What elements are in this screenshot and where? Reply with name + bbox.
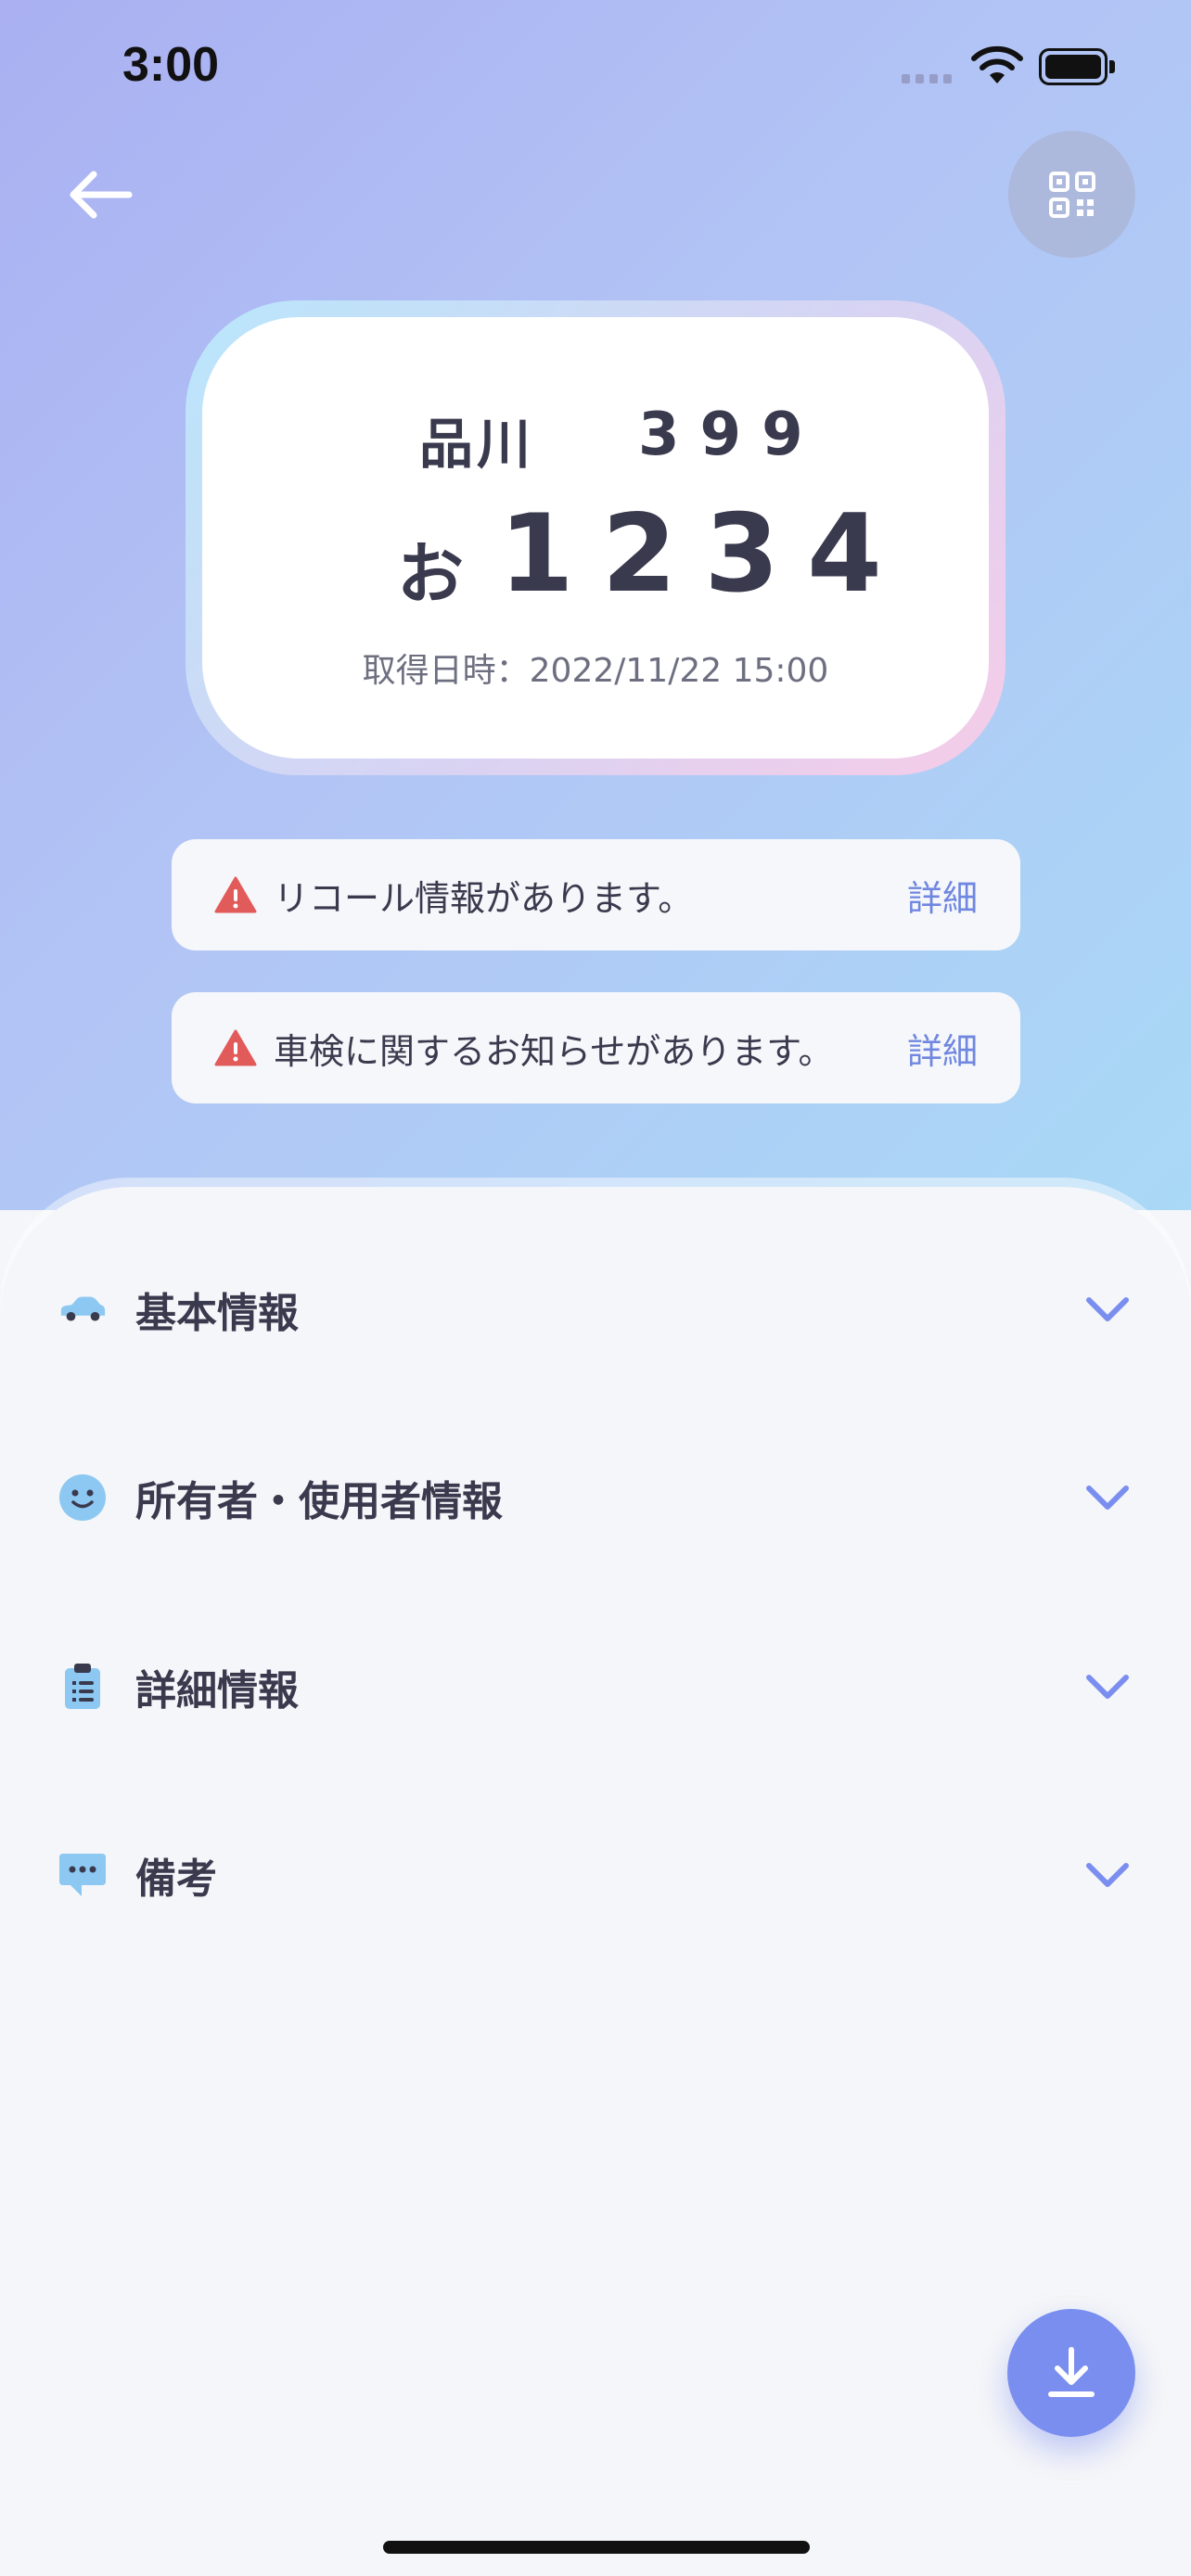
download-button[interactable] xyxy=(1007,2309,1135,2437)
plate-region: 品川 xyxy=(419,413,535,476)
battery-icon xyxy=(1039,48,1115,85)
warning-icon xyxy=(214,1029,257,1066)
section-owner-user-info[interactable]: 所有者・使用者情報 xyxy=(0,1437,1191,1558)
arrow-left-icon xyxy=(70,171,133,219)
alert-message: リコール情報があります。 xyxy=(274,877,694,919)
download-icon xyxy=(1048,2347,1095,2397)
cellular-signal-icon xyxy=(902,74,957,85)
section-title: 所有者・使用者情報 xyxy=(135,1478,503,1525)
section-title: 備考 xyxy=(135,1855,217,1903)
qr-code-button[interactable] xyxy=(1008,131,1135,258)
clipboard-icon xyxy=(58,1662,108,1712)
qr-code-icon xyxy=(1048,171,1095,218)
wifi-icon xyxy=(970,45,1024,89)
chevron-down-icon xyxy=(1082,1856,1133,1894)
chevron-down-icon xyxy=(1082,1291,1133,1328)
plate-class-number: 399 xyxy=(638,401,824,469)
recall-alert: リコール情報があります。 詳細 xyxy=(172,839,1020,950)
car-icon xyxy=(58,1284,108,1334)
chevron-down-icon xyxy=(1082,1668,1133,1705)
section-basic-info[interactable]: 基本情報 xyxy=(0,1249,1191,1370)
warning-icon xyxy=(214,876,257,913)
smile-face-icon xyxy=(58,1473,108,1523)
home-indicator[interactable] xyxy=(383,2541,810,2554)
plate-acquired-date: 取得日時：2022/11/22 15:00 xyxy=(362,652,829,690)
alert-message: 車検に関するお知らせがあります。 xyxy=(274,1030,834,1072)
section-remarks[interactable]: 備考 xyxy=(0,1815,1191,1935)
section-title: 基本情報 xyxy=(135,1290,299,1337)
section-title: 詳細情報 xyxy=(135,1667,299,1715)
inspection-alert: 車検に関するお知らせがあります。 詳細 xyxy=(172,992,1020,1103)
status-time: 3:00 xyxy=(122,38,220,92)
license-plate: 品川 399 お 1234 取得日時：2022/11/22 15:00 xyxy=(202,317,989,759)
plate-number: 1234 xyxy=(499,491,910,617)
license-plate-card: 品川 399 お 1234 取得日時：2022/11/22 15:00 xyxy=(186,300,1005,775)
vehicle-detail-screen: 3:00 品川 399 お 1234 取得日時：2022/11/22 15:00… xyxy=(0,0,1191,2576)
chat-bubble-icon xyxy=(58,1850,108,1900)
recall-detail-link[interactable]: 詳細 xyxy=(907,870,978,921)
section-detail-info[interactable]: 詳細情報 xyxy=(0,1626,1191,1747)
inspection-detail-link[interactable]: 詳細 xyxy=(907,1023,978,1074)
back-button[interactable] xyxy=(58,158,141,232)
chevron-down-icon xyxy=(1082,1479,1133,1516)
plate-kana: お xyxy=(397,535,465,613)
